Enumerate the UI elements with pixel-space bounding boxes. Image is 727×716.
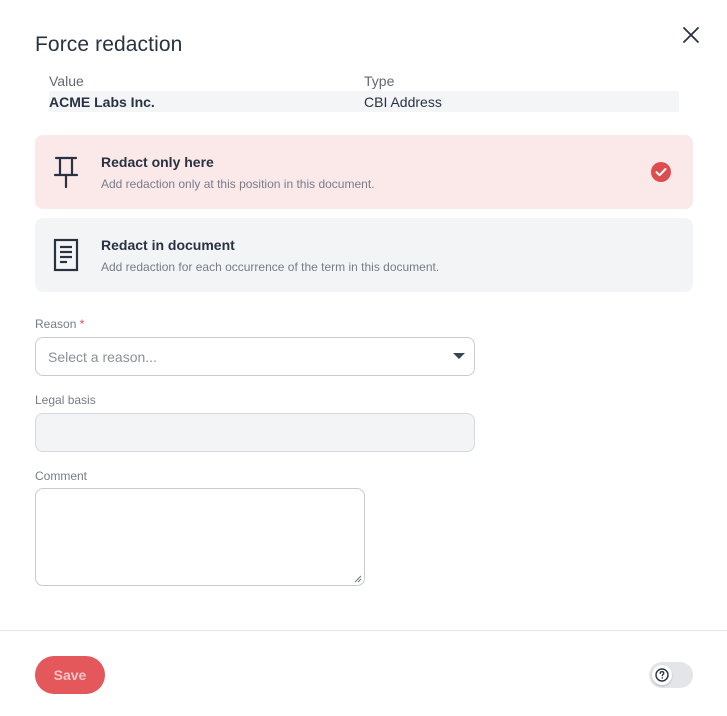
reason-placeholder: Select a reason... (48, 349, 157, 365)
required-mark: * (79, 317, 85, 331)
reason-select[interactable]: Select a reason... (35, 337, 475, 376)
save-button[interactable]: Save (35, 656, 105, 694)
legal-basis-label: Legal basis (35, 393, 96, 407)
option-description: Add redaction for each occurrence of the… (101, 260, 440, 274)
help-icon (655, 668, 669, 682)
option-redact-only-here[interactable]: Redact only here Add redaction only at t… (35, 135, 693, 209)
reason-label-text: Reason (35, 317, 77, 331)
table-row: ACME Labs Inc. CBI Address (49, 91, 679, 112)
footer-divider (0, 630, 727, 631)
legal-basis-field (35, 413, 475, 452)
option-title: Redact in document (101, 237, 235, 253)
caret-down-icon (453, 353, 465, 359)
force-redaction-dialog: Force redaction Value Type ACME Labs Inc… (0, 0, 727, 716)
document-icon (53, 238, 79, 272)
check-circle-icon (651, 162, 671, 182)
option-title: Redact only here (101, 154, 214, 170)
cell-value: ACME Labs Inc. (49, 93, 155, 110)
cell-type: CBI Address (364, 93, 442, 110)
toggle-knob (652, 665, 672, 685)
dialog-title: Force redaction (35, 33, 183, 56)
comment-textarea[interactable] (35, 488, 365, 586)
table-header: Value Type (49, 70, 679, 91)
pin-icon (53, 155, 79, 189)
resize-handle-icon[interactable] (354, 575, 362, 583)
comment-label: Comment (35, 469, 88, 483)
option-description: Add redaction only at this position in t… (101, 177, 375, 191)
header-value: Value (49, 72, 84, 89)
header-type: Type (364, 72, 395, 89)
reason-label: Reason * (35, 317, 84, 331)
close-icon[interactable] (680, 24, 702, 46)
option-redact-in-document[interactable]: Redact in document Add redaction for eac… (35, 218, 693, 292)
value-type-table: Value Type ACME Labs Inc. CBI Address (49, 70, 679, 112)
help-toggle[interactable] (649, 662, 693, 688)
